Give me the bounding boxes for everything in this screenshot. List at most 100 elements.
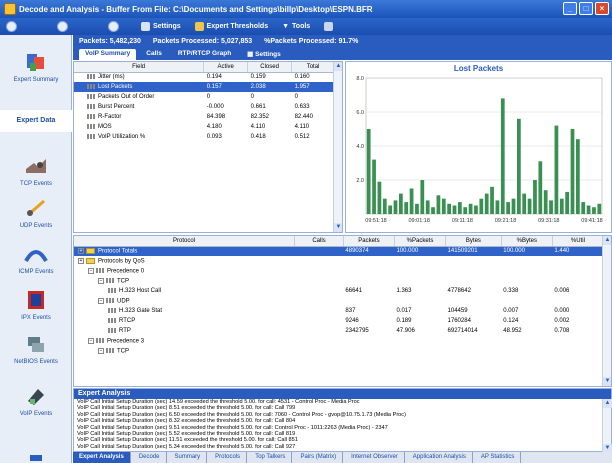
metrics-row[interactable]: VoIP Utilization % 0.093 0.418 0.512 bbox=[74, 132, 335, 142]
collapse-icon[interactable]: − bbox=[98, 277, 104, 284]
chart-bar bbox=[500, 98, 505, 214]
scroll-up-icon[interactable]: ▲ bbox=[603, 399, 612, 408]
bottom-tab-top-talkers[interactable]: Top Talkers bbox=[249, 452, 293, 463]
protocol-pct-packets: 100.000 bbox=[394, 246, 446, 256]
metrics-row[interactable]: Burst Percent -0.000 0.661 0.633 bbox=[74, 102, 335, 112]
window-title: Decode and Analysis - Buffer From File: … bbox=[19, 4, 373, 14]
scroll-down-icon[interactable]: ▼ bbox=[334, 223, 342, 232]
col-closed[interactable]: Closed bbox=[247, 62, 293, 73]
protocol-calls bbox=[295, 256, 344, 266]
tab-voip-summary[interactable]: VoIP Summary bbox=[79, 49, 137, 60]
col-calls[interactable]: Calls bbox=[294, 236, 344, 247]
protocol-bytes bbox=[446, 266, 502, 276]
col-field[interactable]: Field bbox=[74, 62, 205, 73]
sidebar-item-udp-events[interactable]: UDP Events bbox=[0, 197, 72, 229]
sidebar-item-expert-data[interactable]: Expert Data bbox=[0, 110, 72, 132]
collapse-icon[interactable]: − bbox=[98, 347, 104, 354]
bottom-tab-decode[interactable]: Decode bbox=[133, 452, 167, 463]
col-pct-util[interactable]: %Util bbox=[552, 236, 605, 247]
protocol-row[interactable]: − Precedence 3 bbox=[74, 336, 604, 346]
chart-bar bbox=[447, 203, 452, 214]
protocol-row[interactable]: − UDP bbox=[74, 296, 604, 306]
scroll-up-icon[interactable]: ▲ bbox=[603, 236, 611, 245]
protocol-pct-bytes: 0.338 bbox=[503, 288, 519, 294]
col-total[interactable]: Total bbox=[291, 62, 335, 73]
expert-analysis-line[interactable]: VoIP Call Initial Setup Duration (sec) 5… bbox=[74, 444, 611, 450]
metrics-row[interactable]: Jitter (ms) 0.194 0.159 0.160 bbox=[74, 72, 335, 82]
stats-bar: Packets: 5,482,230 Packets Processed: 5,… bbox=[73, 35, 612, 48]
refresh-icon[interactable] bbox=[108, 21, 119, 32]
sidebar-item-icmp-events[interactable]: ICMP Events bbox=[0, 243, 72, 275]
metric-total: 4.110 bbox=[294, 124, 310, 130]
tab-calls[interactable]: Calls bbox=[140, 49, 168, 60]
collapse-icon[interactable]: − bbox=[88, 267, 94, 274]
tools-menu-button[interactable]: ▼ Tools bbox=[282, 23, 310, 30]
col-protocol[interactable]: Protocol bbox=[74, 236, 296, 247]
restore-button[interactable]: □ bbox=[579, 2, 593, 15]
col-bytes[interactable]: Bytes bbox=[445, 236, 502, 247]
collapse-icon[interactable]: − bbox=[98, 297, 104, 304]
back-icon[interactable] bbox=[6, 21, 17, 32]
tab-rtp-rtcp-graph[interactable]: RTP/RTCP Graph bbox=[172, 49, 237, 60]
protocol-row[interactable]: H.323 Host Call 66641 1.363 4778642 0.338 0.0… bbox=[74, 286, 604, 296]
sidebar-item-tcp-events[interactable]: TCP Events bbox=[0, 155, 72, 187]
col-pct-packets[interactable]: %Packets bbox=[394, 236, 447, 247]
minimize-button[interactable]: _ bbox=[563, 2, 577, 15]
protocol-name: H.323 Host Call bbox=[119, 288, 162, 295]
expert-scrollbar[interactable]: ▲ ▼ bbox=[602, 399, 612, 453]
expert-thresholds-button[interactable]: Expert Thresholds bbox=[194, 22, 268, 31]
protocol-leaf-icon bbox=[108, 307, 116, 313]
protocol-row[interactable]: RTCP 9246 0.189 1760284 0.124 0.002 bbox=[74, 316, 604, 326]
protocol-packets bbox=[343, 266, 394, 276]
protocol-row[interactable]: − Precedence 0 bbox=[74, 266, 604, 276]
protocol-pct-packets: 0.189 bbox=[396, 318, 412, 324]
protocol-row[interactable]: H.323 Gate Stat 837 0.017 104459 0.007 0.000 bbox=[74, 306, 604, 316]
scroll-down-icon[interactable]: ▼ bbox=[603, 377, 611, 386]
protocol-row[interactable]: + Protocol Totals 4890374 100.000 141509201 1… bbox=[74, 246, 604, 256]
bottom-tab-summary[interactable]: Summary bbox=[169, 452, 208, 463]
field-bar-icon bbox=[87, 123, 95, 129]
metrics-row[interactable]: Lost Packets 0.157 2.038 1.957 bbox=[74, 82, 335, 92]
settings-button[interactable]: Settings bbox=[141, 22, 181, 31]
metrics-row[interactable]: R-Factor 84.398 82.352 82.440 bbox=[74, 112, 335, 122]
scroll-up-icon[interactable]: ▲ bbox=[334, 62, 342, 71]
metrics-row[interactable]: MOS 4.180 4.110 4.110 bbox=[74, 122, 335, 132]
metric-closed: 0.159 bbox=[250, 74, 266, 81]
packets-count: Packets: 5,482,230 bbox=[79, 38, 141, 45]
print-button[interactable] bbox=[324, 22, 334, 31]
expand-icon[interactable]: + bbox=[78, 247, 84, 254]
sidebar-item-voip-events[interactable]: VoIP Events bbox=[0, 385, 72, 417]
chart-bar bbox=[586, 205, 591, 214]
expand-icon[interactable]: + bbox=[78, 257, 84, 264]
x-tick-label: 09:31:18 bbox=[538, 218, 559, 224]
bottom-tab-protocols[interactable]: Protocols bbox=[209, 452, 248, 463]
protocol-row[interactable]: + Protocols by QoS bbox=[74, 256, 604, 266]
bottom-tab-ap-statistics[interactable]: AP Statistics bbox=[475, 452, 522, 463]
sidebar-item-netbios-events[interactable]: NetBIOS Events bbox=[0, 333, 72, 365]
sidebar-item-expert-summary[interactable]: Expert Summary bbox=[0, 51, 72, 83]
collapse-icon[interactable]: − bbox=[88, 337, 94, 344]
protocol-scrollbar[interactable]: ▲ ▼ bbox=[602, 236, 611, 386]
protocol-row[interactable]: − TCP bbox=[74, 346, 604, 356]
col-packets[interactable]: Packets bbox=[343, 236, 395, 247]
bottom-tab-pairs-matrix[interactable]: Pairs (Matrix) bbox=[294, 452, 344, 463]
ipx-events-icon bbox=[28, 291, 44, 309]
lost-packets-chart: Lost Packets 8.0 6.0 4.0 2.0 09:51:18 09:01:1… bbox=[345, 61, 612, 233]
tab-settings[interactable]: ▦ Settings bbox=[241, 49, 287, 60]
close-button[interactable]: × bbox=[595, 2, 609, 15]
forward-icon[interactable] bbox=[57, 21, 68, 32]
col-active[interactable]: Active bbox=[203, 62, 249, 73]
protocol-group-icon bbox=[106, 348, 114, 354]
metrics-scrollbar[interactable]: ▲ ▼ bbox=[333, 62, 342, 232]
bottom-tab-application-analysis[interactable]: Application Analysis bbox=[407, 452, 473, 463]
protocol-row[interactable]: − TCP bbox=[74, 276, 604, 286]
sidebar-item-ipx-events[interactable]: IPX Events bbox=[0, 289, 72, 321]
metrics-row[interactable]: Packets Out of Order 0 0 0 bbox=[74, 92, 335, 102]
percent-processed: %Packets Processed: 91.7% bbox=[264, 38, 359, 45]
sidebar-scroll-down-icon[interactable] bbox=[30, 455, 42, 461]
bottom-tab-internet-observer[interactable]: Internet Observer bbox=[345, 452, 405, 463]
col-pct-bytes[interactable]: %Bytes bbox=[501, 236, 553, 247]
protocol-row[interactable]: RTP 2342795 47.906 692714014 48.952 0.708 bbox=[74, 326, 604, 336]
bottom-tab-expert-analysis[interactable]: Expert Analysis bbox=[73, 452, 131, 463]
main-panel: Packets: 5,482,230 Packets Processed: 5,… bbox=[73, 35, 612, 463]
